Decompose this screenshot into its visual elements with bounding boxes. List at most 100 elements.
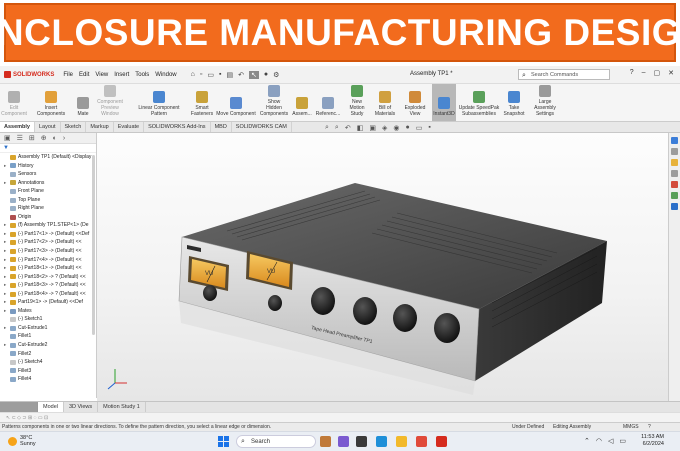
edge-icon[interactable] [376,436,387,447]
configuration-manager-icon[interactable]: ⊞ [29,134,35,142]
start-button[interactable] [218,436,230,448]
cmd-linear-pattern-button[interactable]: Linear Component Pattern [128,84,190,121]
knob-5[interactable] [393,304,417,332]
taskbar-app-icon[interactable] [356,436,367,447]
cmd-edit-component-button[interactable]: Edit Component [0,84,28,121]
tab-evaluate[interactable]: Evaluate [114,122,145,132]
cmd-move-component-button[interactable]: Move Component [214,84,258,121]
menu-tools[interactable]: Tools [135,72,149,78]
chevron-up-icon[interactable]: ⌃ [584,437,590,445]
view-orientation-icon[interactable]: ▣ [369,124,376,132]
graphics-area[interactable]: VU VU Tape Head Preamplifier TP1 [97,133,668,401]
tree-node[interactable]: ▸ (-) Part17<3> -> (Default) << [0,247,96,256]
property-manager-icon[interactable]: ☰ [17,134,23,142]
home-icon[interactable]: ⌂ [191,71,195,79]
taskbar-search[interactable]: ⌕ Search [236,435,316,448]
cmd-insert-components-button[interactable]: Insert Components [28,84,74,121]
tree-node[interactable]: Fillet3 [0,367,96,376]
weather-widget[interactable]: 38°C Sunny [8,435,36,447]
tab-solidworks-cam[interactable]: SOLIDWORKS CAM [232,122,292,132]
custom-properties-icon[interactable] [671,192,678,199]
tree-scrollbar[interactable] [92,155,95,335]
display-manager-icon[interactable]: ◐ [53,135,57,142]
tree-node[interactable]: ▸ (-) Part17<1> -> (Default) <<Def [0,230,96,239]
tree-node[interactable]: ▸ (-) Part18<4> -> ? (Default) << [0,290,96,299]
dimxpert-icon[interactable]: ⊕ [41,134,47,142]
knob-2[interactable] [268,295,282,311]
undo-icon[interactable]: ↶ [238,71,244,79]
menu-view[interactable]: View [95,72,108,78]
tree-node[interactable]: Sensors [0,170,96,179]
design-library-icon[interactable] [671,148,678,155]
cmd-bom-button[interactable]: Bill of Materials [372,84,398,121]
search-commands-input[interactable]: ⌕ Search Commands [518,69,610,80]
tree-node[interactable]: ▸ (-) Part18<1> -> (Default) << [0,264,96,273]
tree-node[interactable]: (-) Sketch1 [0,315,96,324]
tree-node[interactable]: Assembly TP1 (Default) <Display [0,153,96,162]
taskbar-app-icon[interactable] [320,436,331,447]
solidworks-taskbar-icon[interactable] [436,436,447,447]
tree-node[interactable]: ▸ Mates [0,307,96,316]
knob-4[interactable] [353,297,377,325]
clock[interactable]: 11:53 AM 6/2/2024 [636,434,664,448]
rebuild-icon[interactable]: ● [264,71,268,79]
volume-icon[interactable]: ◁ [608,437,613,445]
battery-icon[interactable]: ▭ [619,437,626,445]
solidworks-logo[interactable]: SOLIDWORKS [4,71,54,78]
hide-show-icon[interactable]: ◉ [393,124,399,132]
appearance-icon[interactable]: ● [405,124,409,132]
cmd-reference-geometry-button[interactable]: Referenc... [314,84,342,121]
tab-sketch[interactable]: Sketch [61,122,87,132]
chrome-icon[interactable] [416,436,427,447]
options-icon[interactable]: ⚙ [273,71,279,79]
tree-node[interactable]: ▸ (f) Assembly TP1.STEP<1> (De [0,221,96,230]
close-icon[interactable]: ✕ [668,69,674,77]
tree-node[interactable]: ▸ (-) Part18<2> -> ? (Default) << [0,273,96,282]
knob-3[interactable] [311,287,335,315]
minimize-icon[interactable]: – [642,69,646,77]
resources-icon[interactable] [671,137,678,144]
cmd-large-assembly-button[interactable]: Large Assembly Settings [526,84,564,121]
menu-insert[interactable]: Insert [114,72,129,78]
tree-node[interactable]: (-) Sketch4 [0,358,96,367]
print-icon[interactable]: ▤ [226,71,233,79]
tree-node[interactable]: ▸ History [0,162,96,171]
tab-solidworks-add-ins[interactable]: SOLIDWORKS Add-Ins [144,122,211,132]
taskbar-app-icon[interactable] [338,436,349,447]
solidworks-forum-icon[interactable] [671,203,678,210]
knob-1[interactable] [203,285,217,301]
tree-node[interactable]: ▸ (-) Part17<4> -> (Default) << [0,256,96,265]
cmd-show-hidden-button[interactable]: Show Hidden Components [258,84,290,121]
tree-node[interactable]: Top Plane [0,196,96,205]
tab-markup[interactable]: Markup [86,122,114,132]
previous-view-icon[interactable]: ↶ [345,124,351,132]
tab-navigation-arrows[interactable] [0,402,38,412]
help-icon[interactable]: ? [630,69,634,77]
view-palette-icon[interactable] [671,170,678,177]
tab-motion-study[interactable]: Motion Study 1 [98,402,146,412]
maximize-icon[interactable]: ▢ [654,69,661,77]
select-icon[interactable]: ↖ [248,70,259,79]
tree-node[interactable]: ▸ Cut-Extrude2 [0,341,96,350]
chevron-right-icon[interactable]: › [63,135,65,142]
zoom-fit-icon[interactable]: ⌕ [325,124,329,132]
tab-3d-views[interactable]: 3D Views [64,402,99,412]
feature-manager-icon[interactable]: ▣ [4,134,11,142]
menu-file[interactable]: File [63,72,73,78]
tree-node[interactable]: ▸ (-) Part17<2> -> (Default) << [0,238,96,247]
new-icon[interactable]: ▫ [200,71,202,79]
wifi-icon[interactable]: ◠ [596,437,602,445]
zoom-area-icon[interactable]: ⌕ [335,124,339,132]
cmd-preview-window-button[interactable]: Component Preview Window [92,84,128,121]
cmd-mate-button[interactable]: Mate [74,84,92,121]
appearances-icon[interactable] [671,181,678,188]
display-style-icon[interactable]: ◈ [382,124,387,132]
cmd-snapshot-button[interactable]: Take Snapshot [502,84,526,121]
cmd-assembly-features-button[interactable]: Assem... [290,84,314,121]
file-explorer-icon[interactable] [396,436,407,447]
tree-node[interactable]: Fillet2 [0,350,96,359]
tab-model[interactable]: Model [38,402,64,412]
tab-assembly[interactable]: Assembly [0,122,35,132]
knob-6[interactable] [434,313,460,343]
tree-node[interactable]: ▸ (-) Part18<3> -> ? (Default) << [0,281,96,290]
